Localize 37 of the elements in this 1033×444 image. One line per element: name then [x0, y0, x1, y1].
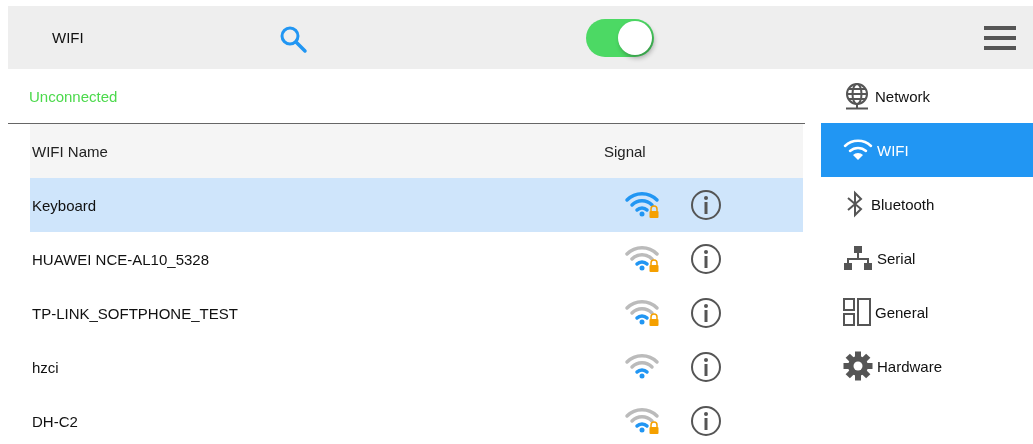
- wifi-toggle[interactable]: [586, 18, 654, 57]
- wifi-name: HUAWEI NCE-AL10_5328: [31, 250, 211, 268]
- sidebar-label: Hardware: [877, 357, 943, 375]
- sidebar-label: Network: [875, 87, 930, 105]
- wifi-row[interactable]: HUAWEI NCE-AL10_5328: [30, 232, 803, 286]
- gear-icon: [843, 351, 873, 381]
- sidebar-label: WIFI: [877, 141, 909, 159]
- wifi-icon: [843, 138, 873, 162]
- sidebar-label: Bluetooth: [871, 195, 935, 213]
- sidebar-item[interactable]: General: [821, 285, 1033, 339]
- wifi-name: TP-LINK_SOFTPHONE_TEST: [31, 304, 239, 322]
- info-icon[interactable]: [690, 189, 722, 221]
- menu-icon[interactable]: [984, 25, 1016, 50]
- column-header: WIFI Name: [31, 142, 109, 160]
- wifi-row[interactable]: TP-LINK_SOFTPHONE_TEST: [30, 286, 803, 340]
- wifi-name: DH-C2: [31, 412, 79, 430]
- globe-icon: [843, 82, 871, 110]
- connection-status: Unconnected: [29, 87, 118, 105]
- layout-icon: [843, 298, 871, 326]
- sidebar-item[interactable]: Bluetooth: [821, 177, 1033, 231]
- sidebar-item[interactable]: Serial: [821, 231, 1033, 285]
- info-icon[interactable]: [690, 351, 722, 383]
- wifi-name: Keyboard: [31, 196, 98, 214]
- network-icon: [843, 245, 873, 271]
- column-header: Signal: [604, 142, 646, 160]
- sidebar-label: General: [875, 303, 929, 321]
- wifi-name: hzci: [31, 358, 60, 376]
- wifi-row[interactable]: DH-C2: [30, 394, 803, 444]
- sidebar-item[interactable]: Hardware: [821, 339, 1033, 393]
- info-icon[interactable]: [690, 405, 722, 437]
- sidebar-item[interactable]: Network: [821, 69, 1033, 123]
- info-icon[interactable]: [690, 243, 722, 275]
- page-title: WIFI: [52, 29, 85, 46]
- sidebar-label: Serial: [877, 249, 916, 267]
- wifi-row[interactable]: hzci: [30, 340, 803, 394]
- wifi-row[interactable]: Keyboard: [30, 178, 803, 232]
- info-icon[interactable]: [690, 297, 722, 329]
